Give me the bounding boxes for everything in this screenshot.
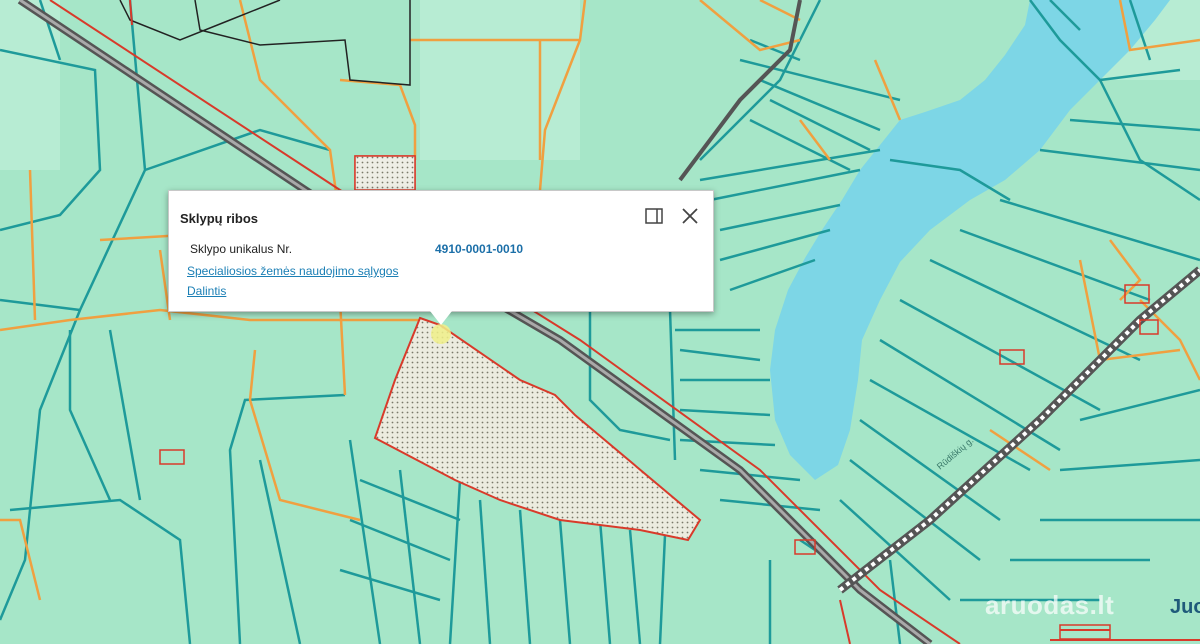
watermark-tail: Juo	[1170, 596, 1200, 618]
parcel-number-value: 4910-0001-0010	[435, 242, 524, 256]
popup-title: Sklypų ribos	[180, 211, 259, 226]
location-marker[interactable]	[431, 324, 451, 344]
land-patch	[420, 0, 580, 160]
share-link[interactable]: Dalintis	[187, 284, 226, 298]
watermark: aruodas.lt	[985, 590, 1115, 620]
cadastral-map[interactable]: Rūdiškių g.	[0, 0, 1200, 644]
popup-pointer	[430, 311, 452, 325]
parcel-info-popup: Sklypų ribos Sklypo unikalus Nr. 4910-00…	[168, 190, 714, 312]
dock-panel-icon[interactable]	[643, 205, 665, 227]
special-land-use-link[interactable]: Specialiosios žemės naudojimo sąlygos	[187, 264, 398, 278]
parcel-number-label: Sklypo unikalus Nr.	[190, 242, 293, 256]
selected-parcel-top-fill	[354, 155, 416, 191]
close-icon[interactable]	[679, 205, 701, 227]
land-patch	[0, 0, 60, 170]
